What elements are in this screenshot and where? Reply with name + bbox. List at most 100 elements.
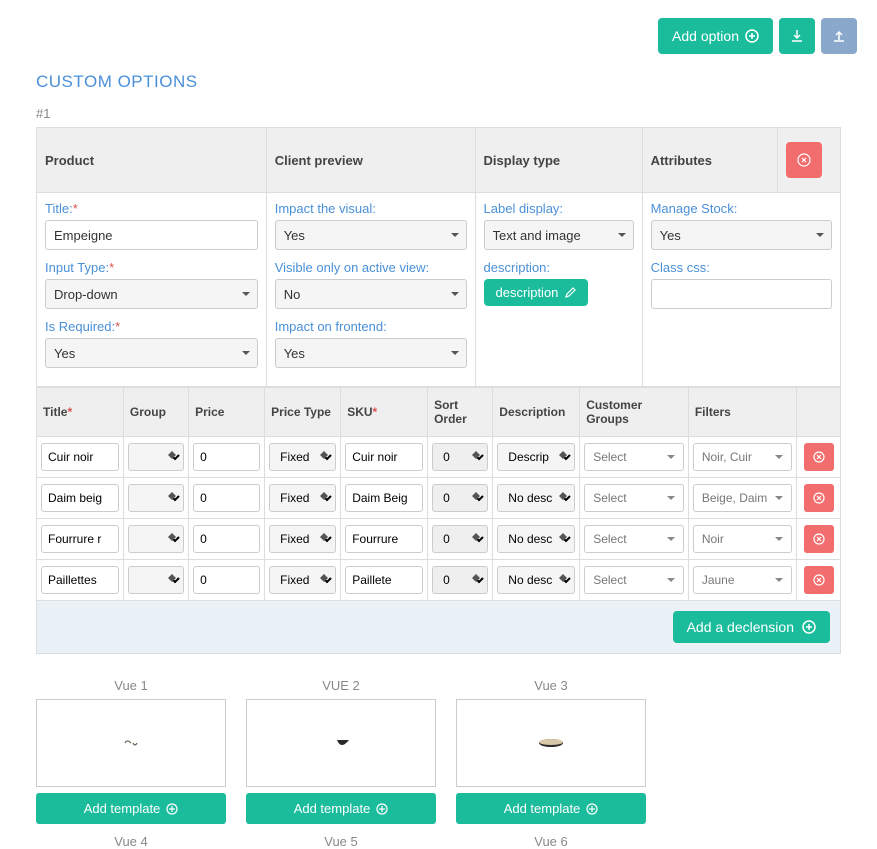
close-circle-icon — [813, 492, 825, 504]
view-title: Vue 3 — [456, 678, 646, 693]
required-label: Is Required:* — [45, 319, 258, 334]
visible-active-select[interactable]: No — [275, 279, 467, 309]
attributes-cell: Manage Stock: Yes Class css: — [642, 193, 840, 387]
row-delete-button[interactable] — [804, 566, 834, 594]
view-column: VUE 2 Add template — [246, 678, 436, 824]
view-title: Vue 5 — [246, 834, 436, 849]
row-sku-input[interactable] — [345, 443, 423, 471]
add-option-label: Add option — [672, 28, 739, 44]
row-price-type-select[interactable]: Fixed — [269, 484, 336, 512]
delete-option-button[interactable] — [786, 142, 822, 178]
row-delete-button[interactable] — [804, 525, 834, 553]
input-type-label: Input Type:* — [45, 260, 258, 275]
description-label: description: — [484, 260, 634, 275]
row-price-input[interactable] — [193, 566, 260, 594]
row-price-type-select[interactable]: Fixed — [269, 525, 336, 553]
preview-thumbnail-icon — [536, 736, 566, 750]
row-sort-select[interactable]: 0 — [432, 484, 488, 512]
row-price-input[interactable] — [193, 484, 260, 512]
row-group-select[interactable] — [128, 443, 184, 471]
preview-thumbnail-icon — [329, 736, 353, 750]
row-sort-select[interactable]: 0 — [432, 566, 488, 594]
title-input[interactable] — [45, 220, 258, 250]
plus-circle-icon — [376, 803, 388, 815]
row-group-select[interactable] — [128, 484, 184, 512]
row-desc-select[interactable]: No desc — [497, 566, 575, 594]
view-title: VUE 2 — [246, 678, 436, 693]
row-sku-input[interactable] — [345, 525, 423, 553]
view-title: Vue 6 — [456, 834, 646, 849]
row-title-input[interactable] — [41, 484, 119, 512]
label-display-select[interactable]: Text and image — [484, 220, 634, 250]
th-row-price: Price — [189, 388, 265, 437]
th-delete — [778, 128, 841, 193]
add-template-button[interactable]: Add template — [246, 793, 436, 824]
config-table: Product Client preview Display type Attr… — [36, 127, 841, 387]
th-client-preview: Client preview — [266, 128, 475, 193]
view-preview-box[interactable] — [36, 699, 226, 787]
th-row-del — [797, 388, 841, 437]
row-title-input[interactable] — [41, 525, 119, 553]
row-group-select[interactable] — [128, 525, 184, 553]
plus-circle-icon — [586, 803, 598, 815]
row-filter-select[interactable]: Noir, Cuir — [693, 443, 793, 471]
th-attributes: Attributes — [642, 128, 778, 193]
client-preview-cell: Impact the visual: Yes Visible only on a… — [266, 193, 475, 387]
row-sort-select[interactable]: 0 — [432, 443, 488, 471]
row-price-type-select[interactable]: Fixed — [269, 566, 336, 594]
row-delete-button[interactable] — [804, 443, 834, 471]
view-preview-box[interactable] — [246, 699, 436, 787]
th-row-sort: Sort Order — [428, 388, 493, 437]
row-cg-select[interactable]: Select — [584, 566, 684, 594]
row-desc-select[interactable]: No desc — [497, 525, 575, 553]
add-template-button[interactable]: Add template — [36, 793, 226, 824]
close-circle-icon — [813, 533, 825, 545]
manage-stock-select[interactable]: Yes — [651, 220, 832, 250]
row-price-input[interactable] — [193, 525, 260, 553]
import-button[interactable] — [779, 18, 815, 54]
view-preview-box[interactable] — [456, 699, 646, 787]
th-display-type: Display type — [475, 128, 642, 193]
row-desc-select[interactable]: No desc — [497, 484, 575, 512]
row-cg-select[interactable]: Select — [584, 484, 684, 512]
row-title-input[interactable] — [41, 566, 119, 594]
table-row: Fixed 0 Descrip Select Noir, Cuir — [37, 437, 841, 478]
row-sku-input[interactable] — [345, 566, 423, 594]
row-cg-select[interactable]: Select — [584, 525, 684, 553]
footer-row: Add a declension — [36, 601, 841, 654]
preview-thumbnail-icon — [121, 737, 141, 749]
row-price-input[interactable] — [193, 443, 260, 471]
row-sort-select[interactable]: 0 — [432, 525, 488, 553]
add-option-button[interactable]: Add option — [658, 18, 773, 54]
class-css-input[interactable] — [651, 279, 832, 309]
row-filter-select[interactable]: Noir — [693, 525, 793, 553]
view-title: Vue 4 — [36, 834, 226, 849]
section-tag: #1 — [0, 106, 877, 127]
th-row-cg: Customer Groups — [580, 388, 689, 437]
add-declension-button[interactable]: Add a declension — [673, 611, 830, 643]
close-circle-icon — [813, 574, 825, 586]
row-cg-select[interactable]: Select — [584, 443, 684, 471]
th-row-sku: SKU* — [341, 388, 428, 437]
description-button[interactable]: description — [484, 279, 589, 306]
th-row-title: Title* — [37, 388, 124, 437]
impact-visual-select[interactable]: Yes — [275, 220, 467, 250]
th-row-group: Group — [123, 388, 188, 437]
row-delete-button[interactable] — [804, 484, 834, 512]
row-title-input[interactable] — [41, 443, 119, 471]
add-template-button[interactable]: Add template — [456, 793, 646, 824]
row-filter-select[interactable]: Beige, Daim — [693, 484, 793, 512]
required-select[interactable]: Yes — [45, 338, 258, 368]
impact-frontend-label: Impact on frontend: — [275, 319, 467, 334]
page-title: CUSTOM OPTIONS — [0, 54, 877, 106]
export-button[interactable] — [821, 18, 857, 54]
impact-frontend-select[interactable]: Yes — [275, 338, 467, 368]
input-type-select[interactable]: Drop-down — [45, 279, 258, 309]
row-filter-select[interactable]: Jaune — [693, 566, 793, 594]
row-price-type-select[interactable]: Fixed — [269, 443, 336, 471]
row-sku-input[interactable] — [345, 484, 423, 512]
view-column: Vue 3 Add template — [456, 678, 646, 824]
product-cell: Title:* Input Type:* Drop-down Is Requir… — [37, 193, 267, 387]
row-desc-select[interactable]: Descrip — [497, 443, 575, 471]
row-group-select[interactable] — [128, 566, 184, 594]
